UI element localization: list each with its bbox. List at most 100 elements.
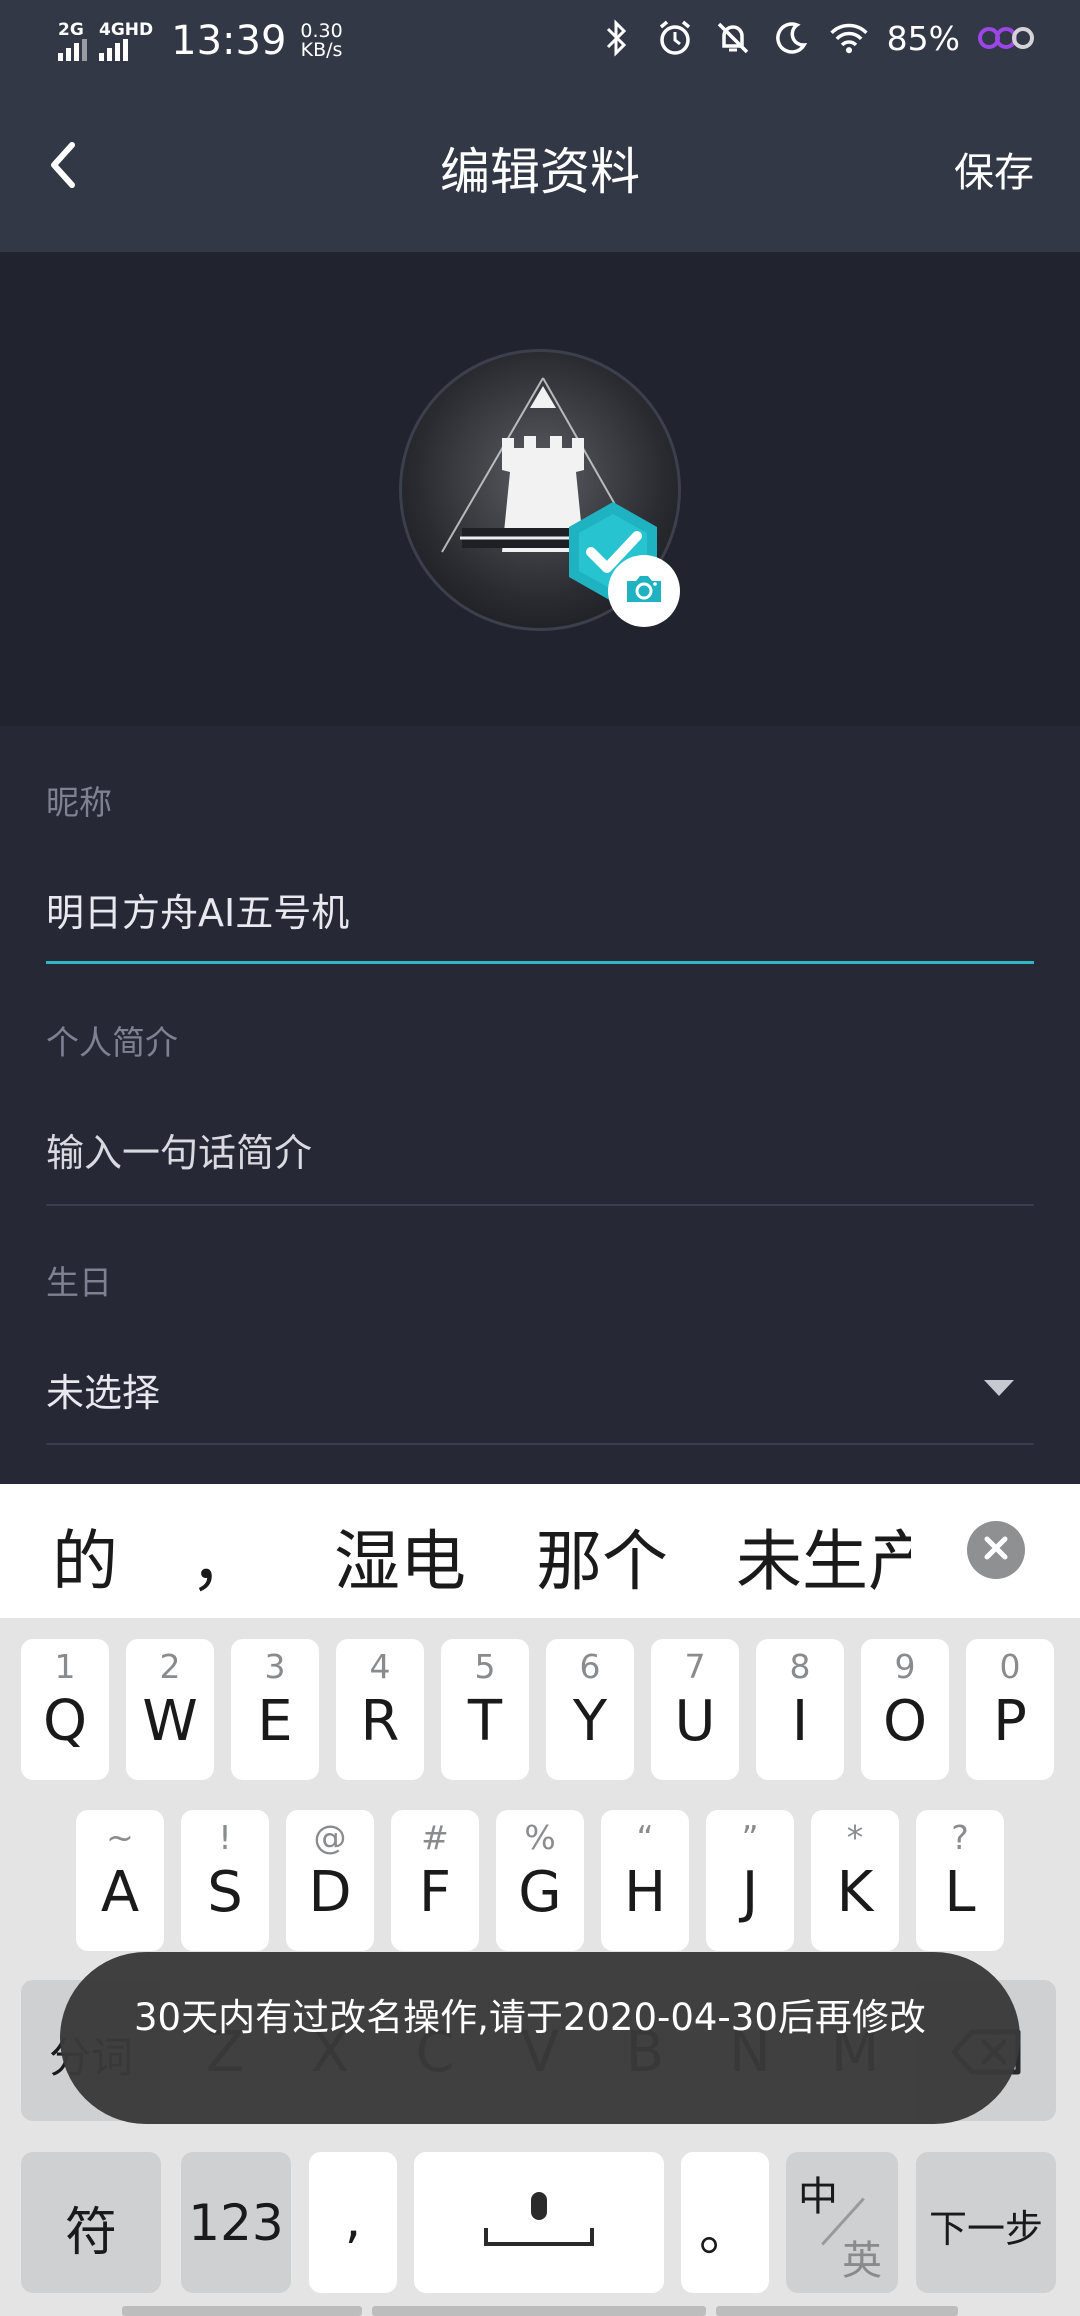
bio-input[interactable]: 输入一句话简介: [46, 1122, 312, 1177]
candidate-item[interactable]: 的: [52, 1508, 118, 1604]
key-y[interactable]: 6Y: [546, 1639, 634, 1780]
key-label: L: [944, 1860, 976, 1925]
close-candidates-button[interactable]: [967, 1521, 1025, 1579]
toast-message: 30天内有过改名操作,请于2020-04-30后再修改: [60, 1952, 1020, 2124]
sim2-label: 4GHD: [99, 20, 154, 40]
change-avatar-button[interactable]: [608, 555, 680, 627]
key-label: T: [467, 1689, 503, 1754]
key-label: S: [207, 1860, 243, 1925]
next-key[interactable]: 下一步: [916, 2152, 1056, 2293]
key-g[interactable]: % G: [496, 1810, 584, 1951]
chevron-down-icon[interactable]: [984, 1380, 1014, 1396]
key-label: I: [791, 1689, 809, 1754]
period-key[interactable]: 。: [681, 2152, 769, 2293]
birthday-select[interactable]: 未选择: [46, 1362, 160, 1417]
key-o[interactable]: 9O: [861, 1639, 949, 1780]
key-hint: ”: [741, 1818, 759, 1857]
clock: 13:39: [171, 18, 287, 64]
key-f[interactable]: # F: [391, 1810, 479, 1951]
key-label: O: [882, 1689, 928, 1754]
key-hint: #: [421, 1818, 449, 1857]
page-title: 编辑资料: [440, 143, 640, 201]
language-switch-key[interactable]: 中 英: [786, 2152, 898, 2293]
candidate-item[interactable]: ，: [190, 1508, 256, 1604]
key-a[interactable]: ~ A: [76, 1810, 164, 1951]
mute-bell-icon: [713, 18, 753, 58]
title-bar: 编辑资料 保存: [0, 80, 1080, 252]
bluetooth-icon: [597, 18, 637, 58]
network-speed-unit: KB/s: [300, 39, 343, 61]
save-button[interactable]: 保存: [954, 140, 1034, 198]
key-label: P: [993, 1689, 1027, 1754]
key-p[interactable]: 0P: [966, 1639, 1054, 1780]
status-bar: 2G 4GHD 13:39 0.30 KB/s 85%: [0, 0, 1080, 80]
key-u[interactable]: 7U: [651, 1639, 739, 1780]
signal-sim1: 2G: [58, 21, 87, 61]
key-label: 符: [64, 2203, 117, 2263]
key-label: E: [257, 1689, 293, 1754]
avatar-section: [0, 252, 1080, 726]
key-w[interactable]: 2W: [126, 1639, 214, 1780]
key-label: 。: [698, 2203, 751, 2263]
key-label: Q: [42, 1689, 88, 1754]
lang-bottom-label: 英: [842, 2238, 882, 2284]
key-hint: 3: [264, 1647, 286, 1686]
bottom-bar-segment: [716, 2306, 958, 2316]
key-d[interactable]: @ D: [286, 1810, 374, 1951]
key-label: W: [142, 1689, 198, 1754]
camera-icon: [624, 573, 664, 609]
key-s[interactable]: ! S: [181, 1810, 269, 1951]
key-label: G: [518, 1860, 562, 1925]
key-q[interactable]: 1Q: [21, 1639, 109, 1780]
close-icon: [981, 1533, 1011, 1567]
key-label: 下一步: [928, 2207, 1043, 2251]
candidate-item[interactable]: 那个: [536, 1508, 668, 1604]
keyboard: 的 ， 湿电 那个 未生产 1Q 2W 3E 4R 5T 6Y 7U 8I 9O…: [0, 1484, 1080, 2316]
bio-label: 个人简介: [46, 1023, 178, 1062]
network-speed: 0.30 KB/s: [300, 22, 342, 60]
key-h[interactable]: “H: [601, 1810, 689, 1951]
bottom-bar-segment: [122, 2306, 362, 2316]
key-hint: 6: [579, 1647, 601, 1686]
key-label: U: [674, 1689, 716, 1754]
key-label: K: [836, 1860, 874, 1925]
candidate-item[interactable]: 未生产: [736, 1508, 911, 1604]
candidate-item[interactable]: 湿电: [334, 1508, 466, 1604]
key-hint: 8: [789, 1647, 811, 1686]
key-e[interactable]: 3E: [231, 1639, 319, 1780]
bio-underline: [46, 1204, 1034, 1206]
key-label: R: [360, 1689, 400, 1754]
nickname-input[interactable]: 明日方舟AI五号机: [46, 882, 349, 937]
key-hint: !: [218, 1818, 232, 1857]
key-hint: 4: [369, 1647, 391, 1686]
key-hint: 5: [474, 1647, 496, 1686]
key-hint: ~: [106, 1818, 134, 1857]
wifi-icon: [829, 18, 869, 58]
symbols-key[interactable]: 符: [21, 2152, 161, 2293]
battery-icon: [978, 18, 1040, 58]
key-t[interactable]: 5T: [441, 1639, 529, 1780]
toast-text: 30天内有过改名操作,请于2020-04-30后再修改: [134, 1996, 926, 2039]
key-i[interactable]: 8I: [756, 1639, 844, 1780]
comma-key[interactable]: ,: [309, 2152, 397, 2293]
key-hint: 0: [999, 1647, 1021, 1686]
key-l[interactable]: ? L: [916, 1810, 1004, 1951]
key-hint: 2: [159, 1647, 181, 1686]
sim1-label: 2G: [58, 20, 84, 40]
key-k[interactable]: * K: [811, 1810, 899, 1951]
bottom-bar-segment: [372, 2306, 706, 2316]
key-r[interactable]: 4R: [336, 1639, 424, 1780]
key-label: Y: [572, 1689, 608, 1754]
key-hint: 1: [54, 1647, 76, 1686]
moon-icon: [771, 18, 811, 58]
key-j[interactable]: ” J: [706, 1810, 794, 1951]
candidate-clip: 未生产: [736, 1484, 911, 1618]
lang-top-label: 中: [798, 2174, 838, 2220]
key-hint: *: [846, 1818, 864, 1857]
key-label: F: [418, 1860, 452, 1925]
nickname-underline: [46, 961, 1034, 964]
space-key[interactable]: [414, 2152, 664, 2293]
key-label: 123: [188, 2194, 284, 2252]
birthday-underline: [46, 1443, 1034, 1445]
numbers-key[interactable]: 123: [181, 2152, 291, 2293]
